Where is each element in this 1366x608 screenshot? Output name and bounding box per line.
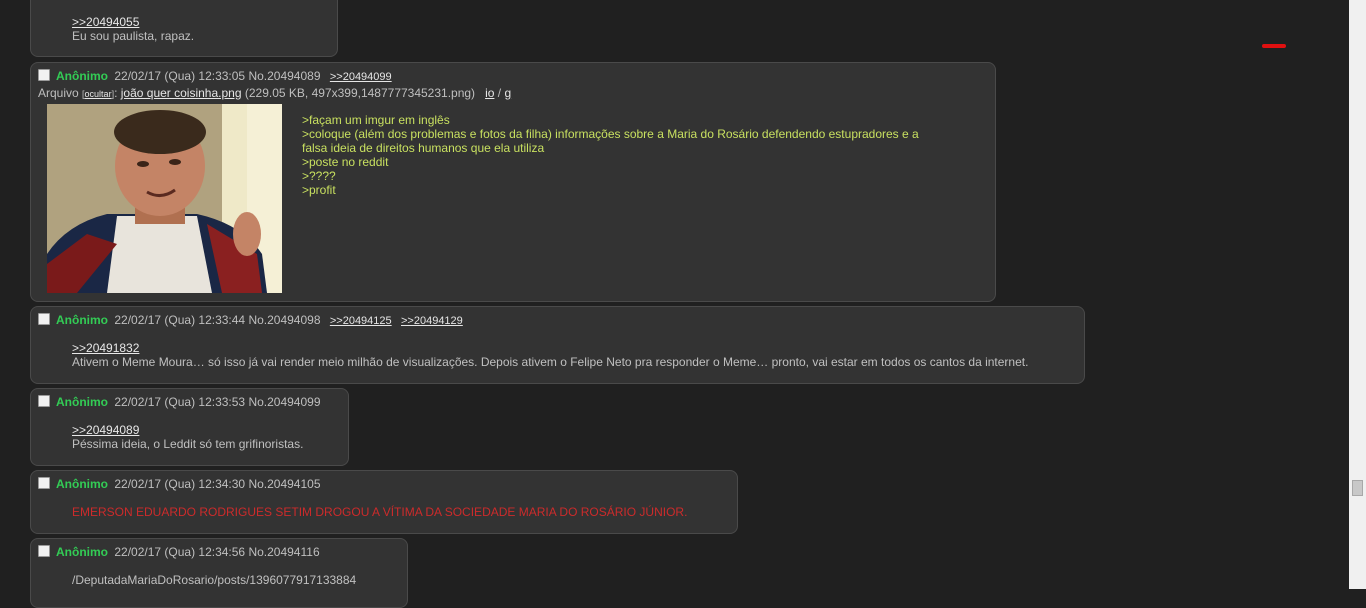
quote-link[interactable]: >>20494089 [72,423,139,437]
post-20494055-reply: >>20494055 Eu sou paulista, rapaz. [30,0,338,57]
post-20494098: Anônimo 22/02/17 (Qua) 12:33:44 No.20494… [30,306,1085,384]
select-checkbox[interactable] [38,395,50,407]
iqdb-link[interactable]: io [485,86,494,100]
post-meta: 22/02/17 (Qua) 12:33:53 No.20494099 [114,395,321,409]
post-20494099: Anônimo 22/02/17 (Qua) 12:33:53 No.20494… [30,388,349,466]
post-meta: 22/02/17 (Qua) 12:34:56 No.20494116 [114,545,320,559]
quote-link[interactable]: >>20491832 [72,341,139,355]
select-checkbox[interactable] [38,545,50,557]
poster-name: Anônimo [56,69,108,83]
file-name-link[interactable]: joão quer coisinha.png [121,86,242,100]
post-text: Ativem o Meme Moura… só isso já vai rend… [72,355,1029,369]
portrait-image [47,104,282,293]
post-image-thumbnail[interactable] [47,104,282,293]
poster-name: Anônimo [56,395,108,409]
post-20494116: Anônimo 22/02/17 (Qua) 12:34:56 No.20494… [30,538,408,608]
reply-backlink[interactable]: >>20494099 [330,71,392,83]
reply-backlink[interactable]: >>20494129 [401,315,463,327]
post-meta: 22/02/17 (Qua) 12:33:05 No.20494089 [114,69,321,83]
post-20494105: Anônimo 22/02/17 (Qua) 12:34:30 No.20494… [30,470,738,534]
red-marker [1262,44,1286,48]
post-text: Péssima ideia, o Leddit só tem grifinori… [72,437,304,451]
poster-name: Anônimo [56,545,108,559]
reply-backlink[interactable]: >>20494125 [330,315,392,327]
poster-name: Anônimo [56,477,108,491]
post-text: Eu sou paulista, rapaz. [72,29,195,43]
google-search-link[interactable]: g [504,86,511,100]
page-scrollbar[interactable] [1349,0,1366,589]
post-text: /DeputadaMariaDoRosario/posts/1396077917… [72,573,357,587]
select-checkbox[interactable] [38,313,50,325]
file-label: Arquivo [38,86,79,100]
scrollbar-thumb[interactable] [1352,480,1363,496]
select-checkbox[interactable] [38,477,50,489]
post-20494089: Anônimo 22/02/17 (Qua) 12:33:05 No.20494… [30,62,996,302]
select-checkbox[interactable] [38,69,50,81]
hide-file-link[interactable]: ocultar [85,89,112,99]
file-details: (229.05 KB, 497x399,1487777345231.png) [244,86,476,100]
post-meta: 22/02/17 (Qua) 12:33:44 No.20494098 [114,313,321,327]
post-meta: 22/02/17 (Qua) 12:34:30 No.20494105 [114,477,321,491]
post-text: EMERSON EDUARDO RODRIGUES SETIM DROGOU A… [72,505,688,519]
poster-name: Anônimo [56,313,108,327]
post-text: >façam um imgur em inglês >coloque (além… [302,113,919,197]
quote-link[interactable]: >>20494055 [72,15,139,29]
file-info: Arquivo [ocultar]: joão quer coisinha.pn… [38,86,512,100]
